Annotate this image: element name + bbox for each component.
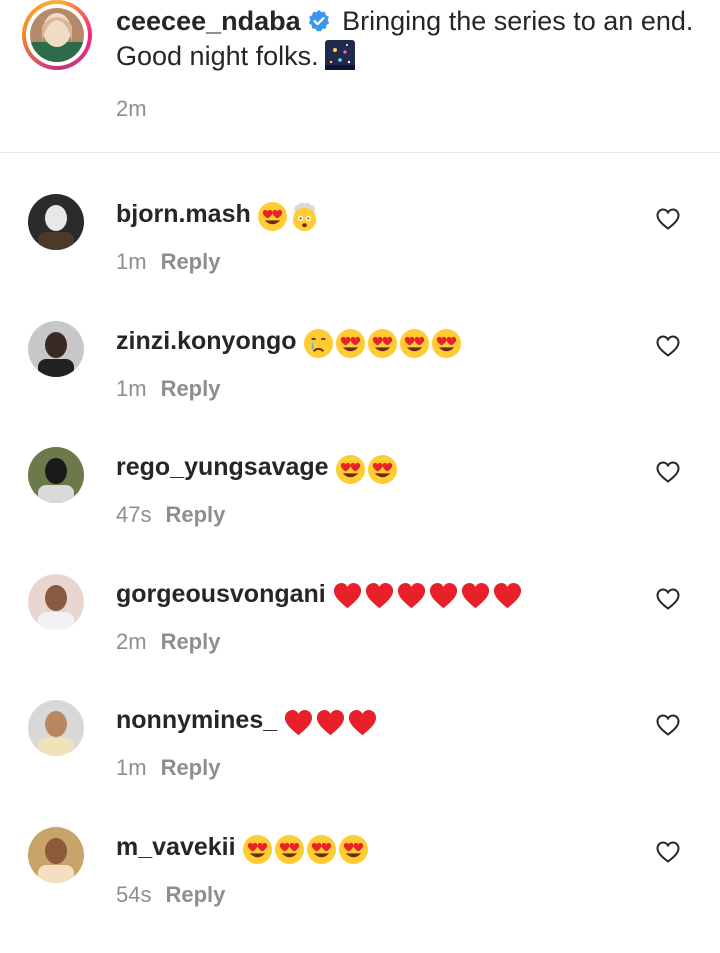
comment-line: nonnymines_	[116, 700, 379, 740]
verified-badge-icon	[308, 10, 329, 32]
heart-eyes-icon	[306, 834, 338, 865]
comment-username[interactable]: rego_yungsavage	[116, 453, 329, 481]
comment-line: gorgeousvongani	[116, 574, 524, 614]
caption-line-2: Good night folks.	[116, 41, 319, 71]
avatar[interactable]	[28, 194, 84, 250]
comment-emojis	[257, 195, 321, 235]
caption-line-1: Bringing the series to an end.	[342, 6, 694, 36]
reply-button[interactable]: Reply	[161, 249, 221, 274]
comment-meta: 1m Reply	[116, 249, 220, 275]
red-heart-icon	[315, 708, 347, 736]
comment-line: rego_yungsavage	[116, 447, 399, 487]
red-heart-icon	[396, 581, 428, 609]
heart-eyes-icon	[338, 834, 370, 865]
fireworks-icon	[324, 40, 355, 70]
red-heart-icon	[332, 581, 364, 609]
reply-button[interactable]: Reply	[165, 502, 225, 527]
avatar[interactable]	[28, 320, 84, 377]
comment-item: rego_yungsavage 47s Reply	[0, 447, 720, 573]
comment-time: 47s	[116, 502, 152, 528]
red-heart-icon	[428, 581, 460, 609]
comment-line: bjorn.mash	[116, 194, 321, 234]
comment-meta: 54s Reply	[116, 882, 225, 908]
heart-outline-icon[interactable]	[656, 714, 680, 737]
heart-eyes-icon	[367, 328, 399, 358]
comment-emojis	[242, 828, 370, 868]
comment-emojis	[283, 702, 379, 742]
comment-line: m_vavekii	[116, 827, 370, 867]
red-heart-icon	[460, 581, 492, 609]
heart-eyes-icon	[431, 328, 463, 358]
heart-outline-icon[interactable]	[656, 588, 680, 610]
caption-time: 2m	[116, 96, 147, 121]
comment-emojis	[332, 575, 524, 615]
comment-time: 1m	[116, 375, 147, 401]
story-ring[interactable]	[22, 0, 92, 70]
reply-button[interactable]: Reply	[165, 882, 225, 907]
comment-emojis	[303, 322, 463, 362]
avatar[interactable]	[30, 8, 84, 62]
heart-eyes-icon	[399, 328, 431, 358]
reply-button[interactable]: Reply	[161, 376, 221, 401]
comment-emojis	[335, 449, 399, 489]
heart-eyes-icon	[257, 201, 289, 232]
heart-outline-icon[interactable]	[656, 841, 680, 863]
heart-outline-icon[interactable]	[656, 208, 680, 230]
avatar[interactable]	[28, 700, 84, 757]
heart-eyes-icon	[335, 455, 367, 485]
exploding-head-icon	[289, 201, 321, 232]
comment-item: zinzi.konyongo 1m Reply	[0, 320, 720, 447]
heart-eyes-icon	[335, 328, 367, 358]
red-heart-icon	[283, 708, 315, 736]
comment-time: 1m	[116, 755, 147, 781]
comment-username[interactable]: zinzi.konyongo	[116, 327, 297, 355]
comment-username[interactable]: m_vavekii	[116, 833, 236, 861]
caption-text: ceecee_ndaba Bringing the series to an e…	[116, 4, 706, 74]
crying-face-icon	[303, 328, 335, 358]
comment-username[interactable]: gorgeousvongani	[116, 580, 326, 608]
heart-eyes-icon	[274, 834, 306, 865]
comment-item: nonnymines_ 1m Reply	[0, 700, 720, 826]
red-heart-icon	[492, 581, 524, 609]
heart-eyes-icon	[242, 834, 274, 865]
comment-item: bjorn.mash 1m Reply	[0, 194, 720, 320]
heart-eyes-icon	[367, 455, 399, 485]
comment-item: gorgeousvongani 2m Reply	[0, 573, 720, 700]
reply-button[interactable]: Reply	[161, 755, 221, 780]
comment-meta: 47s Reply	[116, 502, 225, 528]
reply-button[interactable]: Reply	[161, 629, 221, 654]
red-heart-icon	[347, 708, 379, 736]
avatar[interactable]	[28, 827, 84, 883]
comment-time: 54s	[116, 882, 152, 907]
comment-meta: 1m Reply	[116, 376, 220, 402]
post-caption: ceecee_ndaba Bringing the series to an e…	[0, 0, 720, 153]
avatar[interactable]	[28, 447, 84, 504]
comment-line: zinzi.konyongo	[116, 321, 463, 361]
comment-meta: 2m Reply	[116, 629, 220, 655]
caption-username[interactable]: ceecee_ndaba	[116, 6, 301, 36]
comment-username[interactable]: bjorn.mash	[116, 200, 251, 228]
heart-outline-icon[interactable]	[656, 335, 680, 357]
comment-username[interactable]: nonnymines_	[116, 706, 277, 734]
comment-meta: 1m Reply	[116, 755, 220, 781]
heart-outline-icon[interactable]	[656, 461, 680, 483]
avatar[interactable]	[28, 573, 84, 630]
red-heart-icon	[364, 581, 396, 609]
comment-time: 1m	[116, 249, 147, 274]
comment-item: m_vavekii 54s Reply	[0, 827, 720, 953]
comment-time: 2m	[116, 628, 147, 654]
